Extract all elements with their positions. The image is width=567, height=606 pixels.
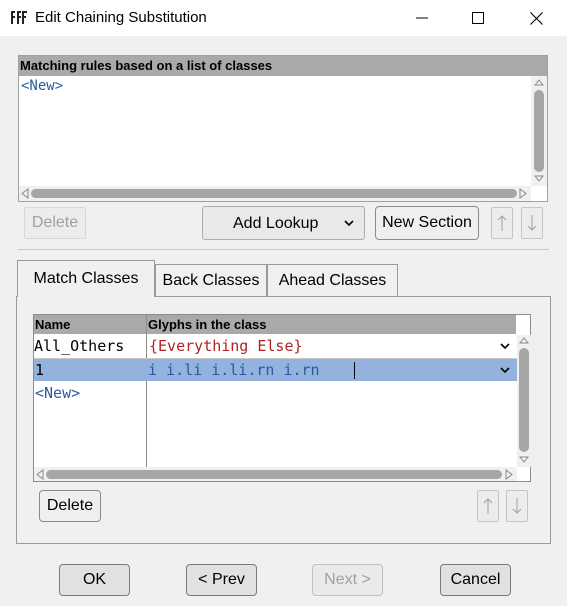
add-lookup-label: Add Lookup xyxy=(233,215,319,232)
rules-list-header: Matching rules based on a list of classe… xyxy=(19,56,547,76)
classes-horizontal-scrollbar[interactable] xyxy=(34,467,517,481)
classes-scroll-thumb[interactable] xyxy=(519,348,529,452)
scroll-down-icon xyxy=(534,175,544,182)
arrow-up-icon xyxy=(497,215,507,231)
maximize-button[interactable] xyxy=(455,0,501,36)
chevron-down-icon[interactable] xyxy=(500,366,510,374)
class-name-cell[interactable]: 1 xyxy=(35,361,44,379)
ok-button[interactable]: OK xyxy=(59,564,130,596)
class-glyphs-cell[interactable]: i i.li i.li.rn i.rn xyxy=(148,361,320,379)
title-bar: Edit Chaining Substitution xyxy=(0,0,567,36)
scroll-down-icon xyxy=(519,456,529,463)
rules-hscroll-thumb[interactable] xyxy=(31,189,517,198)
arrow-down-icon xyxy=(527,215,537,231)
move-up-button[interactable] xyxy=(491,207,513,239)
rules-horizontal-scrollbar[interactable] xyxy=(19,186,531,201)
column-header-glyphs: Glyphs in the class xyxy=(146,315,516,334)
scroll-up-icon xyxy=(519,337,529,344)
prev-button[interactable]: < Prev xyxy=(186,564,257,596)
scroll-up-icon xyxy=(534,79,544,86)
minimize-button[interactable] xyxy=(399,0,445,36)
rules-list[interactable]: Matching rules based on a list of classe… xyxy=(18,55,548,202)
scroll-right-icon xyxy=(519,188,527,199)
minimize-icon xyxy=(416,17,428,19)
class-name-cell[interactable]: All_Others xyxy=(34,337,124,355)
add-lookup-dropdown[interactable]: Add Lookup xyxy=(202,206,365,240)
table-row[interactable]: All_Others {Everything Else} xyxy=(34,335,517,359)
classes-move-up-button[interactable] xyxy=(477,490,499,522)
classes-move-down-button[interactable] xyxy=(506,490,528,522)
text-cursor xyxy=(354,362,355,379)
maximize-icon xyxy=(472,12,484,24)
close-icon xyxy=(529,11,543,25)
scroll-left-icon xyxy=(21,188,29,199)
new-section-button[interactable]: New Section xyxy=(375,206,479,240)
window-title: Edit Chaining Substitution xyxy=(35,9,207,26)
tab-back-classes[interactable]: Back Classes xyxy=(155,264,267,296)
arrow-down-icon xyxy=(512,498,522,514)
cancel-button[interactable]: Cancel xyxy=(440,564,511,596)
next-button[interactable]: Next > xyxy=(312,564,383,596)
rules-delete-button[interactable]: Delete xyxy=(24,207,86,239)
classes-vertical-scrollbar[interactable] xyxy=(517,335,531,467)
move-down-button[interactable] xyxy=(521,207,543,239)
rules-vertical-scrollbar[interactable] xyxy=(531,76,547,186)
chevron-down-icon[interactable] xyxy=(500,342,510,350)
tab-match-classes[interactable]: Match Classes xyxy=(17,260,155,297)
chevron-down-icon xyxy=(344,220,354,227)
rules-scroll-thumb[interactable] xyxy=(534,90,544,172)
scroll-left-icon xyxy=(36,469,44,480)
arrow-up-icon xyxy=(483,498,493,514)
class-glyphs-cell[interactable]: {Everything Else} xyxy=(149,337,303,355)
close-button[interactable] xyxy=(513,0,559,36)
scroll-right-icon xyxy=(505,469,513,480)
classes-table[interactable]: Name Glyphs in the class All_Others {Eve… xyxy=(33,314,531,482)
table-row-selected[interactable]: 1 i i.li i.li.rn i.rn xyxy=(34,359,517,381)
separator xyxy=(18,249,549,250)
fontforge-icon xyxy=(10,10,28,26)
classes-new-item[interactable]: <New> xyxy=(35,384,80,402)
rules-new-item[interactable]: <New> xyxy=(21,78,63,94)
column-header-name: Name xyxy=(34,315,146,334)
classes-delete-button[interactable]: Delete xyxy=(39,490,101,522)
classes-hscroll-thumb[interactable] xyxy=(46,470,502,479)
tab-ahead-classes[interactable]: Ahead Classes xyxy=(267,264,398,296)
